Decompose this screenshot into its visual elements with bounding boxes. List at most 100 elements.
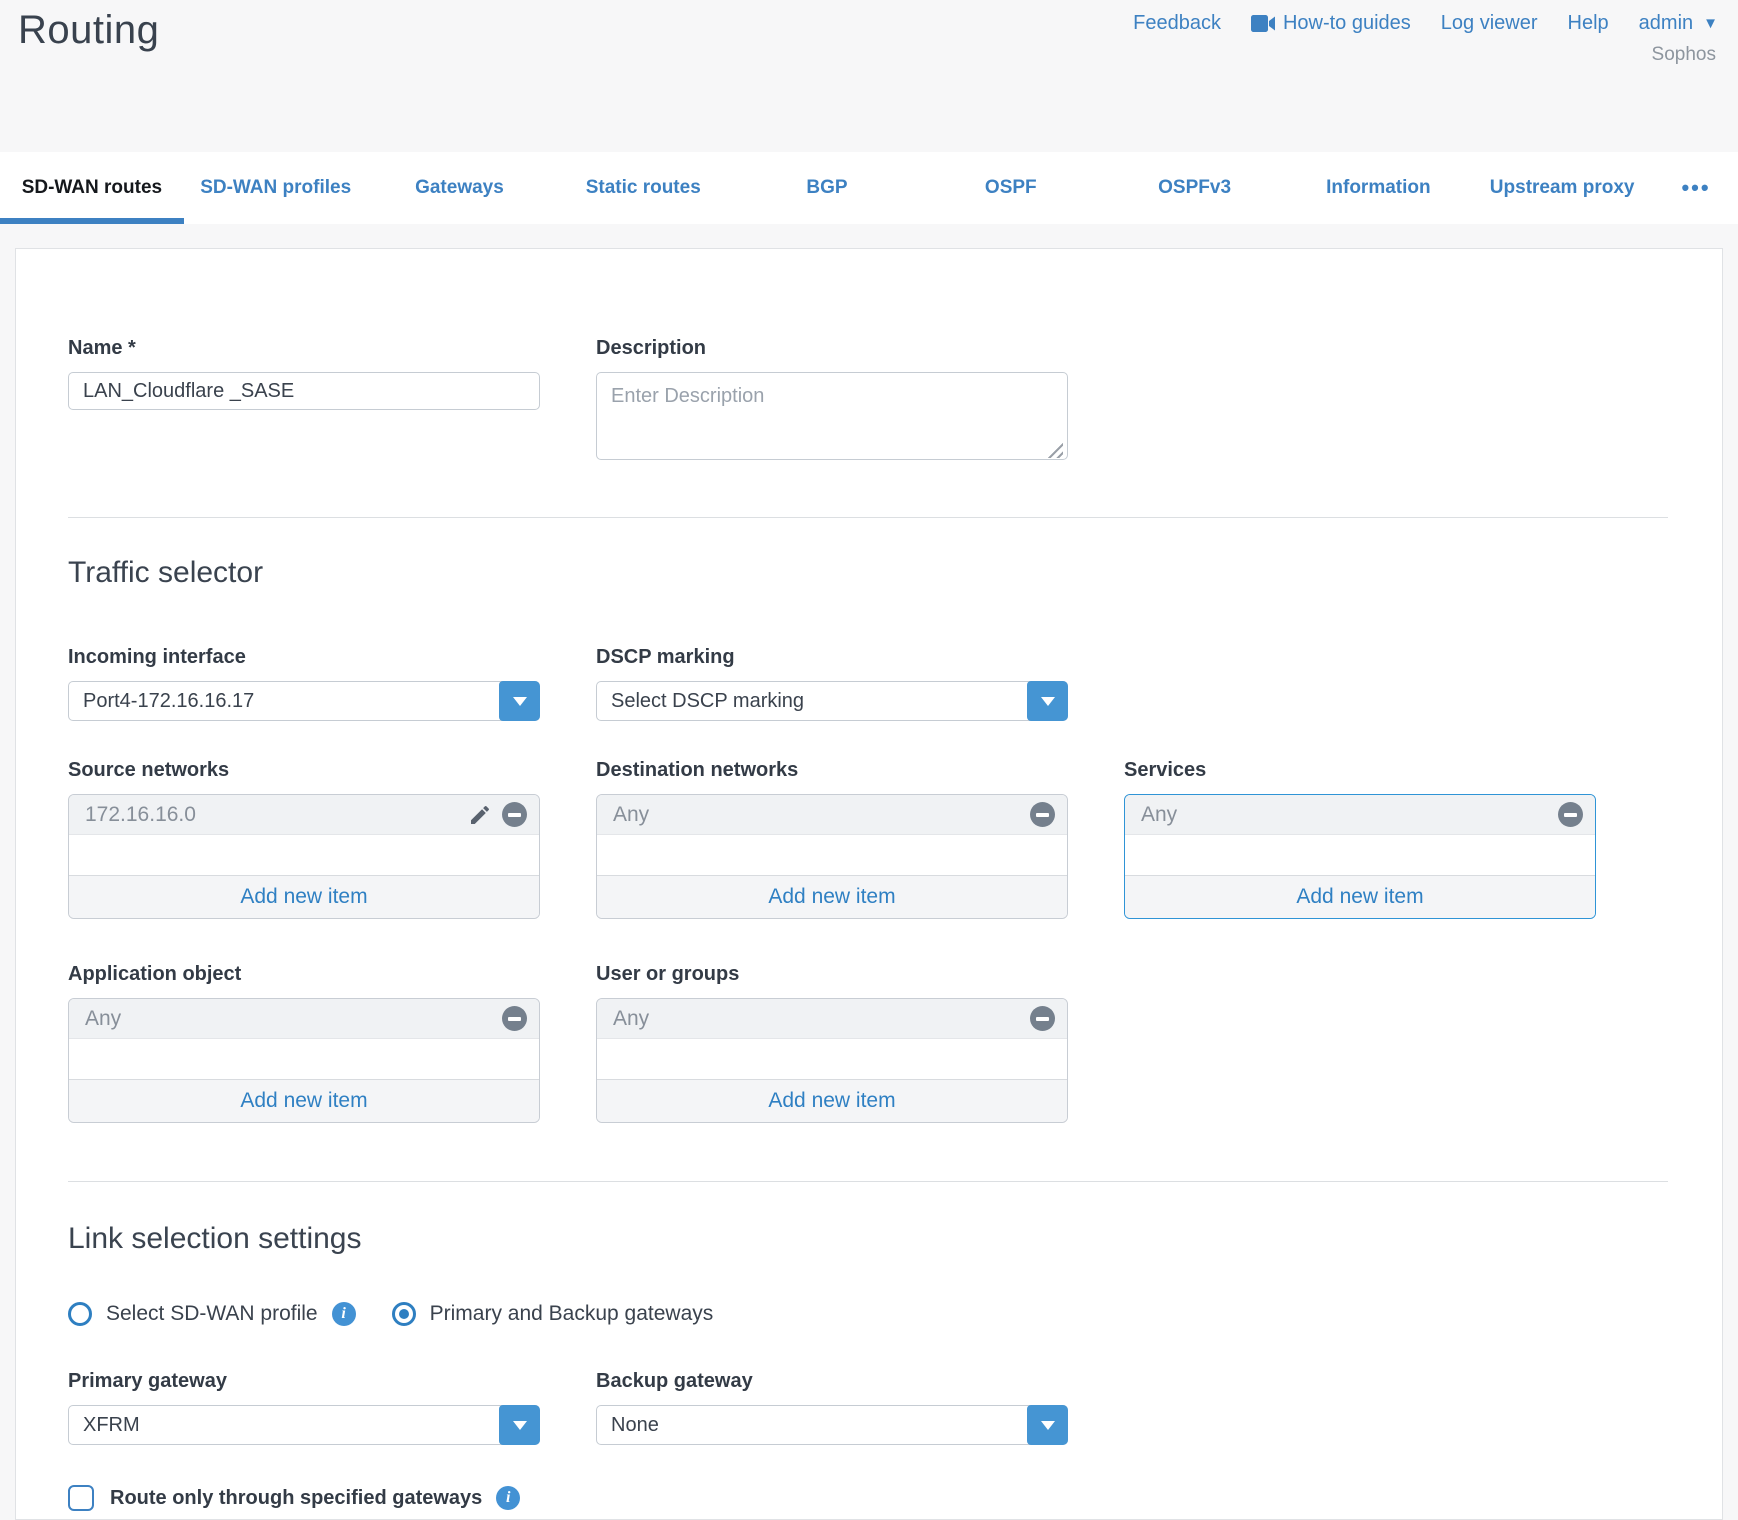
primary-gateway-dropdown[interactable]: XFRM <box>68 1405 540 1445</box>
name-label: Name * <box>68 337 540 360</box>
tab-ospfv3[interactable]: OSPFv3 <box>1103 152 1287 224</box>
destination-networks-item: Any <box>597 795 1067 835</box>
tab-overflow-menu[interactable]: ••• <box>1654 152 1738 224</box>
admin-menu-label: admin <box>1639 12 1693 35</box>
primary-gateway-group: Primary gateway XFRM <box>68 1370 540 1445</box>
incoming-interface-dropdown[interactable]: Port4-172.16.16.17 <box>68 681 540 721</box>
destination-networks-add-button[interactable]: Add new item <box>597 875 1067 918</box>
video-camera-icon <box>1251 15 1275 32</box>
backup-gateway-value: None <box>611 1414 659 1437</box>
interface-dscp-row: Incoming interface Port4-172.16.16.17 DS… <box>68 646 1686 721</box>
list-empty-space <box>69 835 539 875</box>
log-viewer-link-label: Log viewer <box>1441 12 1538 35</box>
services-box: Any Add new item <box>1124 794 1596 919</box>
list-empty-space <box>1125 835 1595 875</box>
backup-gateway-group: Backup gateway None <box>596 1370 1068 1445</box>
tab-ospf[interactable]: OSPF <box>919 152 1103 224</box>
dropdown-toggle-button[interactable] <box>499 1405 540 1445</box>
user-or-groups-add-button[interactable]: Add new item <box>597 1079 1067 1122</box>
remove-minus-icon[interactable] <box>502 802 527 827</box>
source-networks-item-value: 172.16.16.0 <box>85 803 196 827</box>
tab-information[interactable]: Information <box>1286 152 1470 224</box>
list-empty-space <box>597 835 1067 875</box>
application-object-item: Any <box>69 999 539 1039</box>
page-title: Routing <box>18 8 159 53</box>
howto-guides-link-label: How-to guides <box>1283 12 1411 35</box>
destination-networks-group: Destination networks Any Add new item <box>596 759 1068 919</box>
gateways-row: Primary gateway XFRM Backup gateway None <box>68 1370 1686 1445</box>
dropdown-toggle-button[interactable] <box>1027 1405 1068 1445</box>
admin-menu[interactable]: admin ▼ <box>1639 12 1718 35</box>
brand-label: Sophos <box>1652 44 1716 66</box>
description-label: Description <box>596 337 1068 360</box>
dropdown-toggle-button[interactable] <box>499 681 540 721</box>
chevron-down-icon <box>1041 1421 1055 1430</box>
primary-gateway-label: Primary gateway <box>68 1370 540 1393</box>
link-mode-radio-row: Select SD-WAN profile i Primary and Back… <box>68 1302 1686 1326</box>
list-empty-space <box>597 1039 1067 1079</box>
description-textarea[interactable] <box>596 372 1068 460</box>
select-sdwan-profile-radio[interactable]: Select SD-WAN profile i <box>68 1302 356 1326</box>
dropdown-toggle-button[interactable] <box>1027 681 1068 721</box>
dscp-marking-value: Select DSCP marking <box>611 690 804 713</box>
user-or-groups-item: Any <box>597 999 1067 1039</box>
destination-networks-item-value: Any <box>613 803 649 827</box>
backup-gateway-label: Backup gateway <box>596 1370 1068 1393</box>
user-or-groups-item-value: Any <box>613 1007 649 1031</box>
section-divider <box>68 1181 1668 1182</box>
application-users-row: Application object Any Add new item User… <box>68 963 1686 1123</box>
destination-networks-box: Any Add new item <box>596 794 1068 919</box>
dscp-marking-label: DSCP marking <box>596 646 1068 669</box>
help-link-label: Help <box>1568 12 1609 35</box>
chevron-down-icon <box>1041 697 1055 706</box>
incoming-interface-group: Incoming interface Port4-172.16.16.17 <box>68 646 540 721</box>
user-or-groups-group: User or groups Any Add new item <box>596 963 1068 1123</box>
primary-backup-gateways-radio-label: Primary and Backup gateways <box>430 1302 714 1326</box>
radio-unselected-icon[interactable] <box>68 1302 92 1326</box>
howto-guides-link[interactable]: How-to guides <box>1251 12 1411 35</box>
remove-minus-icon[interactable] <box>502 1006 527 1031</box>
source-networks-add-button[interactable]: Add new item <box>69 875 539 918</box>
services-item: Any <box>1125 795 1595 835</box>
primary-backup-gateways-radio[interactable]: Primary and Backup gateways <box>392 1302 714 1326</box>
name-field-group: Name * <box>68 337 540 465</box>
info-icon[interactable]: i <box>496 1486 520 1510</box>
source-networks-label: Source networks <box>68 759 540 782</box>
source-networks-box: 172.16.16.0 Add new item <box>68 794 540 919</box>
application-object-group: Application object Any Add new item <box>68 963 540 1123</box>
feedback-link[interactable]: Feedback <box>1133 12 1221 35</box>
edit-pencil-icon[interactable] <box>468 803 492 827</box>
application-object-add-button[interactable]: Add new item <box>69 1079 539 1122</box>
feedback-link-label: Feedback <box>1133 12 1221 35</box>
radio-selected-icon[interactable] <box>392 1302 416 1326</box>
chevron-down-icon <box>513 697 527 706</box>
dscp-marking-dropdown[interactable]: Select DSCP marking <box>596 681 1068 721</box>
tab-bgp[interactable]: BGP <box>735 152 919 224</box>
application-object-box: Any Add new item <box>68 998 540 1123</box>
primary-gateway-value: XFRM <box>83 1414 140 1437</box>
tab-gateways[interactable]: Gateways <box>368 152 552 224</box>
dscp-marking-group: DSCP marking Select DSCP marking <box>596 646 1068 721</box>
incoming-interface-value: Port4-172.16.16.17 <box>83 690 254 713</box>
tab-sdwan-profiles[interactable]: SD-WAN profiles <box>184 152 368 224</box>
route-only-checkbox-row: Route only through specified gateways i <box>68 1485 1686 1511</box>
tab-static-routes[interactable]: Static routes <box>551 152 735 224</box>
info-icon[interactable]: i <box>332 1302 356 1326</box>
user-or-groups-box: Any Add new item <box>596 998 1068 1123</box>
remove-minus-icon[interactable] <box>1558 802 1583 827</box>
log-viewer-link[interactable]: Log viewer <box>1441 12 1538 35</box>
tab-upstream-proxy[interactable]: Upstream proxy <box>1470 152 1654 224</box>
backup-gateway-dropdown[interactable]: None <box>596 1405 1068 1445</box>
tab-sdwan-routes[interactable]: SD-WAN routes <box>0 152 184 224</box>
remove-minus-icon[interactable] <box>1030 1006 1055 1031</box>
route-only-checkbox[interactable] <box>68 1485 94 1511</box>
name-input[interactable] <box>68 372 540 410</box>
chevron-down-icon <box>513 1421 527 1430</box>
services-item-value: Any <box>1141 803 1177 827</box>
help-link[interactable]: Help <box>1568 12 1609 35</box>
select-sdwan-profile-radio-label: Select SD-WAN profile <box>106 1302 318 1326</box>
description-field-group: Description <box>596 337 1068 465</box>
services-group: Services Any Add new item <box>1124 759 1596 919</box>
services-add-button[interactable]: Add new item <box>1125 875 1595 918</box>
remove-minus-icon[interactable] <box>1030 802 1055 827</box>
